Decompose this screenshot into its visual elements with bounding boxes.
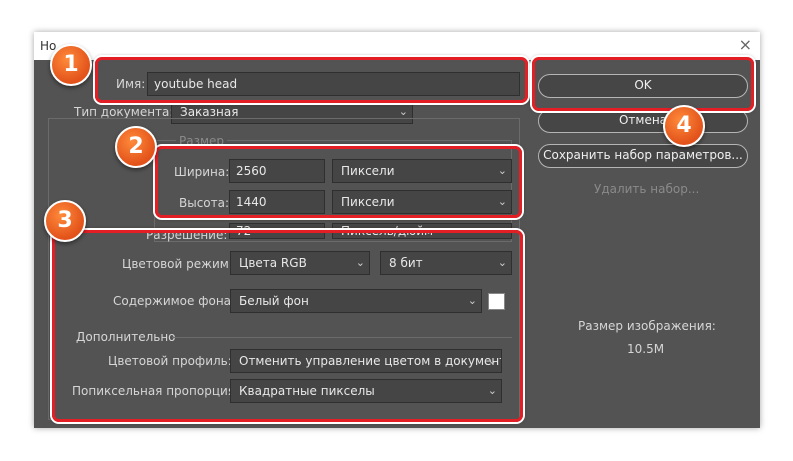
step-badge-2: 2 — [115, 126, 157, 168]
delete-preset-button[interactable]: Удалить набор... — [594, 182, 699, 196]
highlight-name — [95, 57, 528, 103]
step-badge-4: 4 — [663, 105, 705, 147]
cancel-button[interactable]: Отмена — [538, 109, 748, 133]
image-size-label: Размер изображения: — [578, 319, 716, 333]
highlight-size — [155, 146, 522, 218]
save-preset-button[interactable]: Сохранить набор параметров... — [538, 144, 748, 168]
highlight-ok — [532, 57, 754, 111]
image-size-value: 10.5M — [627, 342, 665, 356]
doc-type-value: Заказная — [180, 105, 239, 119]
highlight-advanced — [52, 230, 523, 422]
doc-type-label: Тип документа: — [74, 105, 174, 119]
step-badge-1: 1 — [50, 44, 92, 86]
step-badge-3: 3 — [44, 200, 86, 242]
close-icon[interactable]: × — [739, 35, 752, 54]
title-bar: Но × — [34, 32, 760, 60]
